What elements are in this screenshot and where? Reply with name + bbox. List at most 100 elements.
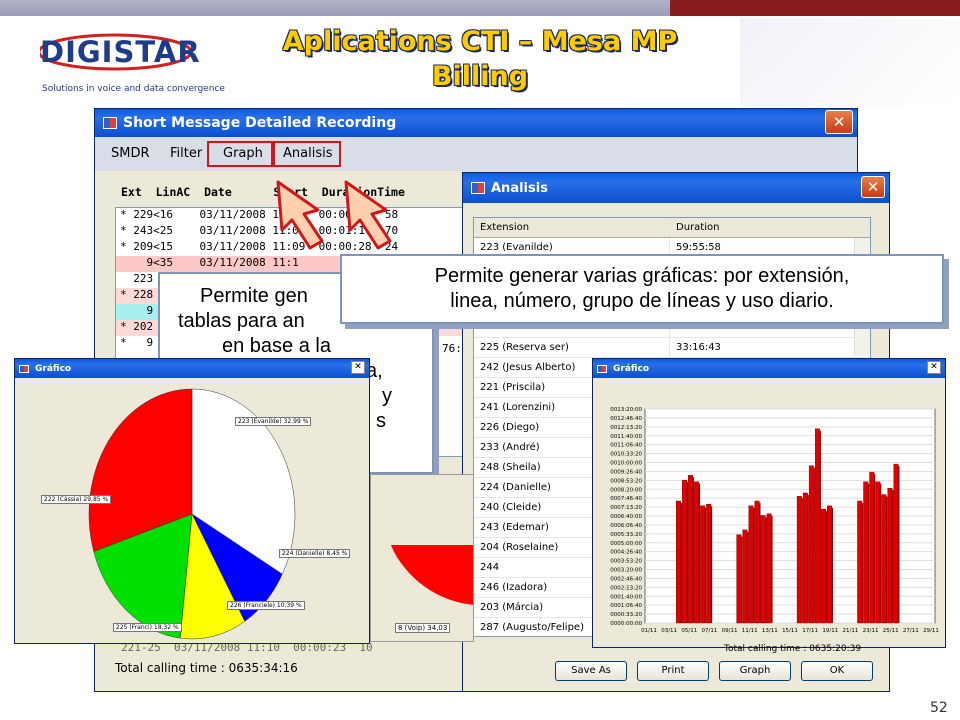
column-duration[interactable]: Duration [670,218,719,237]
bar [881,494,887,624]
pie-label: 225 (Franci) 18,32 % [113,623,182,632]
bar [676,500,681,624]
bar [706,504,712,624]
bar [869,471,875,624]
pie-window-2: 8 (Voip) 34,03 [370,474,474,642]
decor-panel-top [740,18,960,106]
y-tick-label: 0008:20:00 [610,487,642,493]
bar [688,475,694,624]
y-tick-label: 0010:33:20 [610,452,642,458]
bar [887,487,893,624]
menu-smdr[interactable]: SMDR [111,146,150,161]
y-tick-label: 0001:40:00 [610,594,642,600]
app-icon [103,117,117,129]
y-tick-label: 0006:40:00 [610,514,642,520]
bar [742,529,748,624]
smdr-title: Short Message Detailed Recording [123,115,397,131]
y-tick-label: 0000:33:20 [610,612,642,618]
bar [736,534,742,624]
pie-title: Gráfico [35,363,72,374]
y-tick-label: 0000:00:00 [610,621,642,627]
bar-shadow [698,483,701,623]
bar-window: Gráfico ✕ 0013:20:00 0012:46:40 0012:13:20… [592,358,946,648]
close-icon[interactable]: ✕ [351,361,365,374]
logo-text: DIGISTAR [40,35,201,69]
x-tick-label: 17/11 [802,628,818,634]
x-tick-label: 21/11 [842,628,858,634]
x-tick-label: 25/11 [883,628,899,634]
close-icon[interactable]: ✕ [861,176,885,198]
menu-filter[interactable]: Filter [170,146,202,161]
column-extension[interactable]: Extension [474,218,670,237]
y-tick-label: 0006:06:40 [610,523,642,529]
close-icon[interactable]: ✕ [927,361,941,374]
x-tick-label: 09/11 [722,628,738,634]
bar-chart: 0013:20:00 0012:46:40 0012:13:20 0011:40:00… [610,407,939,634]
pie-chart [88,388,296,640]
bar [857,500,863,624]
page-number: 52 [930,700,948,716]
bar-shadow [704,507,707,623]
y-tick-label: 0009:26:40 [610,469,642,475]
y-tick-label: 0012:13:20 [610,425,642,431]
y-tick-label: 0005:00:00 [610,541,642,547]
y-tick-label: 0002:13:20 [610,585,642,591]
app-icon [19,364,29,373]
table-header: Extension Duration [474,218,870,238]
smdr-titlebar: Short Message Detailed Recording ✕ [95,109,857,137]
y-tick-label: 0001:06:40 [610,603,642,609]
save-as-button[interactable]: Save As [555,661,627,681]
callout-graphs: Permite generar varias gráficas: por ext… [340,254,944,324]
y-tick-label: 0007:13:20 [610,505,642,511]
highlight-analisis [273,141,341,167]
bar-shadow [741,536,743,623]
y-tick-label: 0003:53:20 [610,559,642,565]
bar [748,505,754,624]
bar [682,479,687,624]
highlight-graph [207,141,273,167]
bar [760,515,766,624]
bar-total: Total calling time : 0635:20:39 [724,644,862,654]
table-row[interactable]: 225 (Reserva ser) 33:16:43 [474,338,870,358]
bar [766,513,772,624]
analisis-titlebar: Analisis ✕ [463,173,889,203]
bar [808,465,814,624]
graph-button[interactable]: Graph [719,661,791,681]
x-tick-label: 23/11 [863,628,879,634]
bar-shadow [771,515,773,623]
bar [875,481,881,624]
x-tick-label: 03/11 [661,628,677,634]
bar-shadow [886,496,888,623]
x-tick-label: 07/11 [701,628,717,634]
x-tick-label: 19/11 [822,628,838,634]
app-icon [597,364,607,373]
ok-button[interactable]: OK [801,661,873,681]
smdr-menubar: SMDR Filter Graph Analisis [95,137,857,171]
bar-shadow [759,502,761,623]
y-tick-label: 0010:00:00 [610,461,642,467]
top-bar [0,0,960,16]
bar-shadow [807,494,809,623]
bar-shadow [892,490,894,623]
close-icon[interactable]: ✕ [825,110,853,134]
bar [814,428,820,624]
bar-shadow [898,466,900,623]
y-tick-label: 0012:46:40 [610,416,642,422]
pie-label: 224 (Danielle) 8,45 % [279,549,351,558]
pie-window: Gráfico ✕ 223 (Evanilde) 32,99 % 222 (Cá… [14,358,370,644]
bar-shadow [861,502,864,623]
title-line-1: Aplications CTI – Mesa MP [282,26,678,57]
smdr-total: Total calling time : 0635:34:16 [115,661,298,675]
bar [700,505,706,624]
y-tick-label: 0007:46:40 [610,496,642,502]
pie-chart-2 [391,545,473,605]
cell-duration: 33:16:43 [676,342,721,353]
x-tick-label: 05/11 [681,628,697,634]
bar-shadow [692,477,695,623]
bar-shadow [747,531,749,623]
bar-shadow [680,502,682,623]
page-title: Aplications CTI – Mesa MP Billing [220,24,740,94]
arrow-graph-icon [276,180,324,250]
print-button[interactable]: Print [637,661,709,681]
y-tick-label: 0004:26:40 [610,550,642,556]
